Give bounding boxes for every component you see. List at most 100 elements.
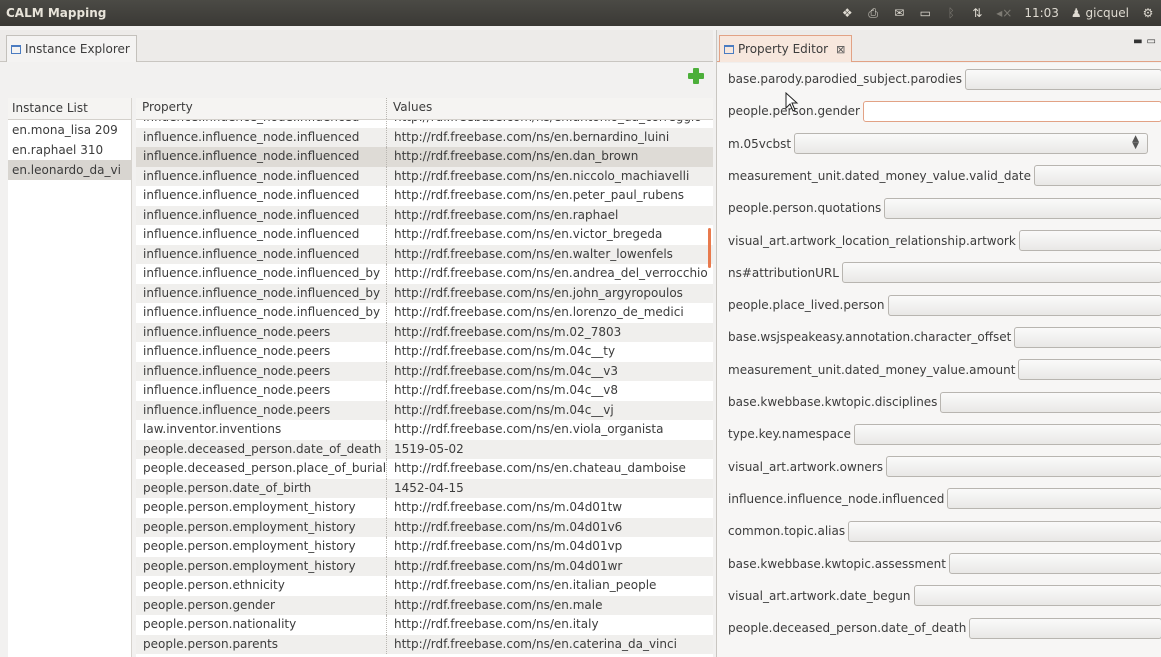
- dropbox-icon[interactable]: ❖: [840, 5, 854, 21]
- value-cell: http://rdf.freebase.com/ns/en.male: [394, 597, 603, 612]
- table-row[interactable]: influence.influence_node.influenced http:…: [136, 244, 713, 264]
- table-row[interactable]: people.person.employment_history http://r…: [136, 537, 713, 557]
- add-icon[interactable]: [687, 67, 705, 85]
- property-value-field[interactable]: [885, 456, 1161, 478]
- user-menu[interactable]: ♟ gicquel: [1071, 5, 1129, 21]
- table-row[interactable]: influence.influence_node.peers http://rdf…: [136, 381, 713, 401]
- table-row[interactable]: influence.influence_node.influenced http:…: [136, 147, 713, 167]
- property-cell: people.person.parents: [136, 634, 387, 654]
- property-combo[interactable]: ▲ ▼: [794, 133, 1149, 155]
- property-editor-panel: Property Editor ⊠ ▬▭ base.parody.parodie…: [716, 30, 1161, 657]
- gear-icon[interactable]: ⚙: [1141, 5, 1155, 21]
- table-row[interactable]: influence.influence_node.influenced http:…: [136, 186, 713, 206]
- property-row: ns#attributionURL: [717, 261, 1161, 285]
- property-value-field[interactable]: [848, 520, 1161, 542]
- clock[interactable]: 11:03: [1024, 5, 1059, 21]
- table-row[interactable]: influence.influence_node.peers http://rdf…: [136, 400, 713, 420]
- property-value-field[interactable]: [884, 197, 1161, 219]
- table-row[interactable]: influence.influence_node.peers http://rdf…: [136, 361, 713, 381]
- property-row: people.person.gender: [717, 99, 1161, 123]
- instance-explorer-tab-strip: Instance Explorer: [0, 30, 713, 62]
- bluetooth-icon[interactable]: ᛒ: [944, 5, 958, 21]
- property-value-field[interactable]: [1033, 165, 1161, 187]
- property-cell: influence.influence_node.influenced: [136, 147, 387, 167]
- column-header-property[interactable]: Property: [136, 98, 387, 119]
- property-table-body: influence.influence_node.influenced http:…: [136, 108, 713, 654]
- list-item[interactable]: en.mona_lisa 209: [8, 120, 131, 140]
- property-value-field[interactable]: [1014, 326, 1161, 348]
- property-row: type.key.namespace: [717, 422, 1161, 446]
- table-row[interactable]: people.person.parents http://rdf.freebase…: [136, 634, 713, 654]
- property-row: measurement_unit.dated_money_value.amoun…: [717, 358, 1161, 382]
- view-controls: ▬▭: [1133, 36, 1160, 47]
- list-item[interactable]: en.raphael 310: [8, 140, 131, 160]
- value-cell: http://rdf.freebase.com/ns/m.02_7803: [394, 324, 622, 339]
- property-cell: influence.influence_node.influenced: [136, 166, 387, 186]
- table-row[interactable]: people.person.employment_history http://r…: [136, 517, 713, 537]
- value-cell: 1519-05-02: [394, 441, 464, 456]
- property-row: base.parody.parodied_subject.parodies: [717, 67, 1161, 91]
- property-row: influence.influence_node.influenced: [717, 487, 1161, 511]
- table-row[interactable]: influence.influence_node.influenced http:…: [136, 166, 713, 186]
- maximize-icon[interactable]: ▭: [1147, 36, 1160, 47]
- property-editor-body: base.parody.parodied_subject.parodiespeo…: [717, 63, 1161, 657]
- property-cell: people.person.employment_history: [136, 537, 387, 557]
- updown-icon: ▲ ▼: [1132, 134, 1140, 152]
- table-row[interactable]: influence.influence_node.influenced http:…: [136, 127, 713, 147]
- property-cell: influence.influence_node.peers: [136, 400, 387, 420]
- table-row[interactable]: people.person.nationality http://rdf.free…: [136, 615, 713, 635]
- property-row: visual_art.artwork_location_relationship…: [717, 229, 1161, 253]
- minimize-icon[interactable]: ▬: [1133, 36, 1146, 47]
- table-row[interactable]: people.person.employment_history http://r…: [136, 498, 713, 518]
- instance-list-header[interactable]: Instance List: [8, 98, 131, 120]
- property-label: visual_art.artwork.date_begun: [728, 588, 911, 603]
- battery-icon[interactable]: ▭: [918, 5, 932, 21]
- list-item[interactable]: en.leonardo_da_vi: [8, 160, 131, 180]
- table-row[interactable]: people.deceased_person.date_of_death 1519…: [136, 439, 713, 459]
- property-cell: influence.influence_node.peers: [136, 322, 387, 342]
- property-value-field[interactable]: [965, 68, 1161, 90]
- property-value-field[interactable]: [1018, 359, 1161, 381]
- table-row[interactable]: influence.influence_node.influenced_by ht…: [136, 303, 713, 323]
- property-value-field[interactable]: [887, 294, 1161, 316]
- instance-explorer-panel: Instance Explorer Instance List en.mona_…: [0, 30, 713, 657]
- value-cell: http://rdf.freebase.com/ns/en.victor_bre…: [394, 227, 663, 241]
- property-value-field[interactable]: [1018, 230, 1161, 251]
- property-value-field[interactable]: [940, 391, 1161, 413]
- property-label: base.parody.parodied_subject.parodies: [728, 72, 963, 86]
- table-row[interactable]: influence.influence_node.peers http://rdf…: [136, 342, 713, 362]
- table-row[interactable]: influence.influence_node.peers http://rdf…: [136, 322, 713, 342]
- property-value-field[interactable]: [948, 553, 1161, 574]
- property-value-field[interactable]: [913, 585, 1161, 607]
- volume-icon[interactable]: ◂×: [996, 5, 1012, 21]
- tab-instance-explorer[interactable]: Instance Explorer: [6, 35, 137, 62]
- property-value-field[interactable]: [862, 100, 1161, 122]
- table-row[interactable]: influence.influence_node.influenced_by ht…: [136, 264, 713, 284]
- close-icon[interactable]: ⊠: [836, 43, 845, 56]
- table-row[interactable]: people.deceased_person.place_of_burial ht…: [136, 459, 713, 479]
- property-value-field[interactable]: [841, 262, 1161, 284]
- table-row[interactable]: influence.influence_node.influenced http:…: [136, 205, 713, 225]
- table-row[interactable]: people.person.date_of_birth 1452-04-15: [136, 478, 713, 498]
- property-label: base.kwebbase.kwtopic.assessment: [728, 556, 946, 571]
- table-row[interactable]: people.person.gender http://rdf.freebase.…: [136, 595, 713, 615]
- property-row: measurement_unit.dated_money_value.valid…: [717, 164, 1161, 188]
- mail-icon[interactable]: ✉: [892, 5, 906, 21]
- mouse-cursor-icon: [785, 92, 799, 112]
- table-scrollbar[interactable]: [708, 228, 711, 268]
- table-row[interactable]: influence.influence_node.influenced_by ht…: [136, 283, 713, 303]
- property-value-field[interactable]: [947, 488, 1161, 510]
- network-icon[interactable]: ⇅: [970, 5, 984, 21]
- property-value-field[interactable]: [969, 617, 1161, 639]
- printer-icon[interactable]: ⎙: [866, 5, 880, 21]
- column-header-values[interactable]: Values: [387, 98, 713, 119]
- property-label: people.deceased_person.date_of_death: [728, 621, 967, 636]
- table-row[interactable]: law.inventor.inventions http://rdf.freeba…: [136, 420, 713, 440]
- property-value-field[interactable]: [853, 423, 1161, 445]
- table-row[interactable]: people.person.ethnicity http://rdf.freeba…: [136, 576, 713, 596]
- property-label: m.05vcbst: [728, 136, 792, 151]
- table-row[interactable]: people.person.employment_history http://r…: [136, 556, 713, 576]
- property-cell: influence.influence_node.influenced_by: [136, 303, 387, 323]
- tab-property-editor[interactable]: Property Editor ⊠: [719, 35, 853, 62]
- table-row[interactable]: influence.influence_node.influenced http:…: [136, 225, 713, 245]
